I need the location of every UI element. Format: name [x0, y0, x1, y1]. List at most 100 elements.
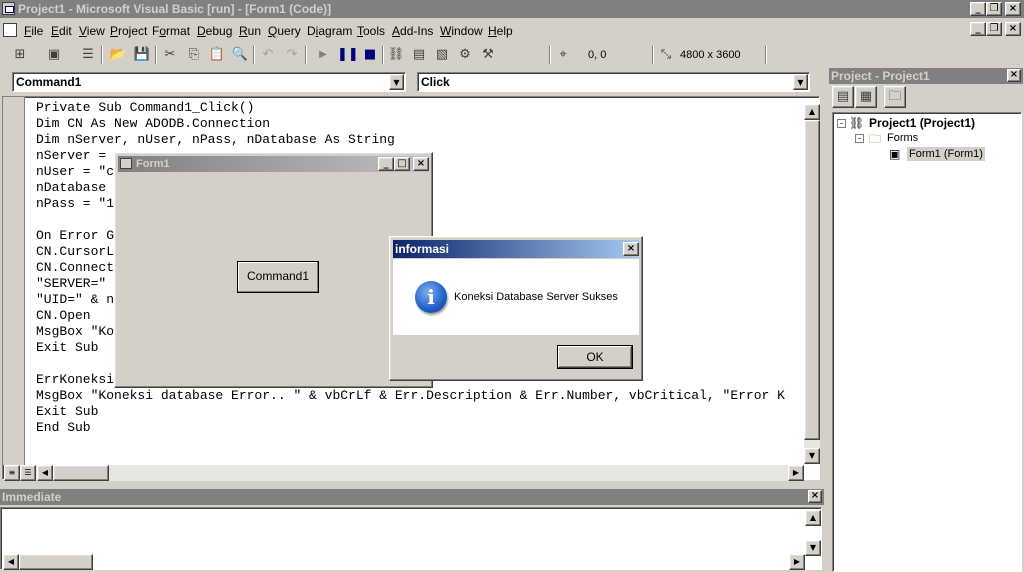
mdi-restore-button[interactable]: ❐ — [986, 22, 1002, 36]
form1-window[interactable]: Form1 _ □ × Command1 — [114, 152, 433, 388]
code-vertical-scrollbar[interactable]: ▲ ▼ — [804, 104, 820, 464]
menu-debug[interactable]: Debug — [197, 24, 232, 38]
toggle-folders-icon[interactable]: 🗀 — [884, 86, 906, 108]
chevron-down-icon[interactable]: ▼ — [793, 74, 808, 90]
chevron-down-icon[interactable]: ▼ — [389, 74, 404, 90]
scroll-up-icon[interactable]: ▲ — [804, 104, 820, 120]
properties-window-icon[interactable]: ▤ — [409, 45, 429, 65]
collapse-icon[interactable]: - — [837, 119, 846, 128]
tree-project-root[interactable]: Project1 (Project1) — [869, 116, 975, 130]
toolbar: ⊞ ▣ ☰ 📂 💾 ✂ ⎘ 📋 🔍 ↶ ↷ ▶ ❚❚ ■ ⛓ ▤ ▧ ⚙ ⚒ ⌖… — [0, 42, 1024, 68]
ok-button[interactable]: OK — [557, 345, 633, 369]
tree-form1-item[interactable]: Form1 (Form1) — [907, 147, 985, 161]
full-module-view-icon[interactable]: ☰ — [20, 465, 36, 481]
scroll-thumb[interactable] — [804, 120, 820, 440]
code-line[interactable]: Private Sub Command1_Click() — [36, 100, 804, 116]
form-icon — [120, 158, 132, 169]
mdi-minimize-button[interactable]: _ — [970, 22, 986, 36]
information-icon: i — [415, 281, 447, 313]
tree-forms-folder[interactable]: Forms — [887, 132, 918, 144]
add-form-icon[interactable]: ▣ — [44, 45, 64, 65]
scroll-up-icon[interactable]: ▲ — [805, 510, 821, 526]
procedure-combo-value: Click — [421, 75, 450, 89]
project-explorer: Project - Project1 × ▤ ▦ 🗀 - ⛓ Project1 … — [828, 66, 1024, 572]
menu-project[interactable]: Project — [110, 24, 147, 38]
immediate-close-button[interactable]: × — [808, 490, 822, 503]
find-icon[interactable]: 🔍 — [230, 45, 250, 65]
menu-tools[interactable]: Tools — [357, 24, 385, 38]
message-box[interactable]: informasi × i Koneksi Database Server Su… — [389, 236, 643, 381]
procedure-view-icon[interactable]: ≡ — [4, 465, 20, 481]
message-box-close-button[interactable]: × — [623, 242, 639, 256]
form1-close-button[interactable]: × — [413, 157, 429, 171]
menu-run[interactable]: Run — [239, 24, 261, 38]
minimize-button[interactable]: _ — [970, 2, 986, 16]
menu-format[interactable]: Format — [152, 24, 190, 38]
project-explorer-icon[interactable]: ⛓ — [386, 45, 406, 65]
code-horizontal-scrollbar[interactable]: ≡ ☰ ◀ ▶ — [4, 465, 804, 481]
form1-title-bar[interactable]: Form1 _ □ × — [118, 156, 429, 172]
save-project-icon[interactable]: 💾 — [132, 45, 152, 65]
scroll-right-icon[interactable]: ▶ — [788, 465, 804, 481]
code-line[interactable]: Exit Sub — [36, 404, 804, 420]
menu-window[interactable]: Window — [440, 24, 483, 38]
open-project-icon[interactable]: 📂 — [108, 45, 128, 65]
command1-button[interactable]: Command1 — [237, 261, 319, 293]
message-box-body: i Koneksi Database Server Sukses — [393, 259, 639, 335]
project-explorer-close-button[interactable]: × — [1007, 69, 1021, 82]
scroll-down-icon[interactable]: ▼ — [804, 448, 820, 464]
menu-diagram[interactable]: Diagram — [307, 24, 352, 38]
start-icon[interactable]: ▶ — [313, 45, 333, 65]
close-button[interactable]: × — [1005, 2, 1021, 16]
restore-button[interactable]: ❐ — [986, 2, 1002, 16]
undo-icon[interactable]: ↶ — [258, 45, 278, 65]
code-margin[interactable] — [3, 97, 25, 465]
menu-edit[interactable]: Edit — [51, 24, 72, 38]
vb-app-icon[interactable] — [2, 2, 15, 15]
add-project-icon[interactable]: ⊞ — [10, 45, 30, 65]
object-combo-value: Command1 — [16, 75, 82, 89]
toolbox-icon[interactable]: ⚒ — [478, 45, 498, 65]
code-line[interactable]: End Sub — [36, 420, 804, 436]
message-text: Koneksi Database Server Sukses — [454, 291, 618, 303]
scroll-down-icon[interactable]: ▼ — [805, 540, 821, 556]
menu-addins[interactable]: Add-Ins — [392, 24, 433, 38]
scroll-right-icon[interactable]: ▶ — [789, 554, 805, 570]
end-icon[interactable]: ■ — [360, 45, 380, 65]
cut-icon[interactable]: ✂ — [160, 45, 180, 65]
scroll-left-icon[interactable]: ◀ — [37, 465, 53, 481]
view-object-icon[interactable]: ▦ — [855, 86, 877, 108]
mdi-close-button[interactable]: × — [1005, 22, 1021, 36]
paste-icon[interactable]: 📋 — [207, 45, 227, 65]
copy-icon[interactable]: ⎘ — [184, 45, 204, 65]
form1-maximize-button[interactable]: □ — [394, 157, 410, 171]
code-line[interactable]: Dim nServer, nUser, nPass, nDatabase As … — [36, 132, 804, 148]
menu-view[interactable]: View — [79, 24, 105, 38]
menu-file[interactable]: File — [24, 24, 43, 38]
code-line[interactable]: Dim CN As New ADODB.Connection — [36, 116, 804, 132]
immediate-title-bar: Immediate × — [0, 489, 824, 505]
object-combo[interactable]: Command1 ▼ — [12, 72, 406, 92]
immediate-window[interactable]: ▲ ▼ ◀ ▶ — [0, 507, 822, 570]
project-explorer-title-bar: Project - Project1 × — [829, 68, 1023, 84]
message-box-title-bar[interactable]: informasi × — [393, 240, 639, 258]
hscroll-thumb[interactable] — [19, 554, 93, 570]
hscroll-thumb[interactable] — [53, 465, 109, 481]
code-line[interactable]: MsgBox "Koneksi database Error.. " & vbC… — [36, 388, 804, 404]
object-browser-icon[interactable]: ⚙ — [455, 45, 475, 65]
view-code-icon[interactable]: ▤ — [832, 86, 854, 108]
menu-query[interactable]: Query — [268, 24, 301, 38]
break-icon[interactable]: ❚❚ — [337, 45, 359, 65]
collapse-icon[interactable]: - — [855, 134, 864, 143]
code-window-icon[interactable] — [3, 23, 17, 37]
size-icon: ⤡ — [660, 47, 672, 62]
message-box-title: informasi — [395, 242, 450, 256]
procedure-combo[interactable]: Click ▼ — [417, 72, 810, 92]
redo-icon[interactable]: ↷ — [282, 45, 302, 65]
form-layout-icon[interactable]: ▧ — [432, 45, 452, 65]
scroll-left-icon[interactable]: ◀ — [3, 554, 19, 570]
menu-editor-icon[interactable]: ☰ — [78, 45, 98, 65]
project-tree[interactable]: - ⛓ Project1 (Project1) - 🗀 Forms ▣ Form… — [832, 112, 1022, 572]
menu-help[interactable]: Help — [488, 24, 513, 38]
form1-minimize-button[interactable]: _ — [378, 157, 394, 171]
